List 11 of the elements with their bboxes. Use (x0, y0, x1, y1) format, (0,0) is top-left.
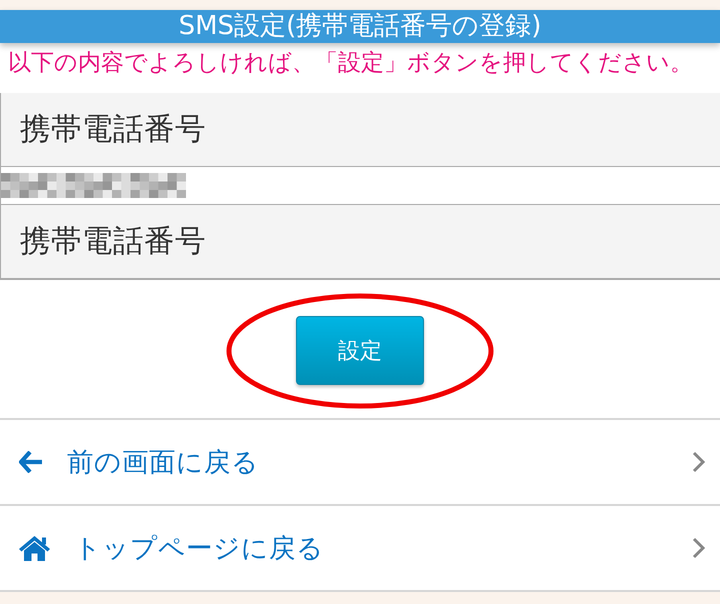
field-label: 携帯電話番号 (20, 223, 206, 261)
submit-button[interactable]: 設定 (296, 316, 424, 385)
chevron-right-icon (692, 451, 706, 473)
chevron-right-icon (692, 537, 706, 559)
page-title: SMS設定(携帯電話番号の登録) (178, 10, 542, 43)
field-label: 携帯電話番号 (20, 111, 206, 149)
nav-link[interactable]: 前の画面に戻る (0, 420, 720, 506)
left-arrow-icon (19, 451, 43, 473)
nav-link[interactable]: トップページに戻る (0, 506, 720, 592)
home-icon (19, 536, 50, 560)
instruction-text: 以下の内容でよろしければ、「設定」ボタンを押してください。 (8, 49, 693, 77)
